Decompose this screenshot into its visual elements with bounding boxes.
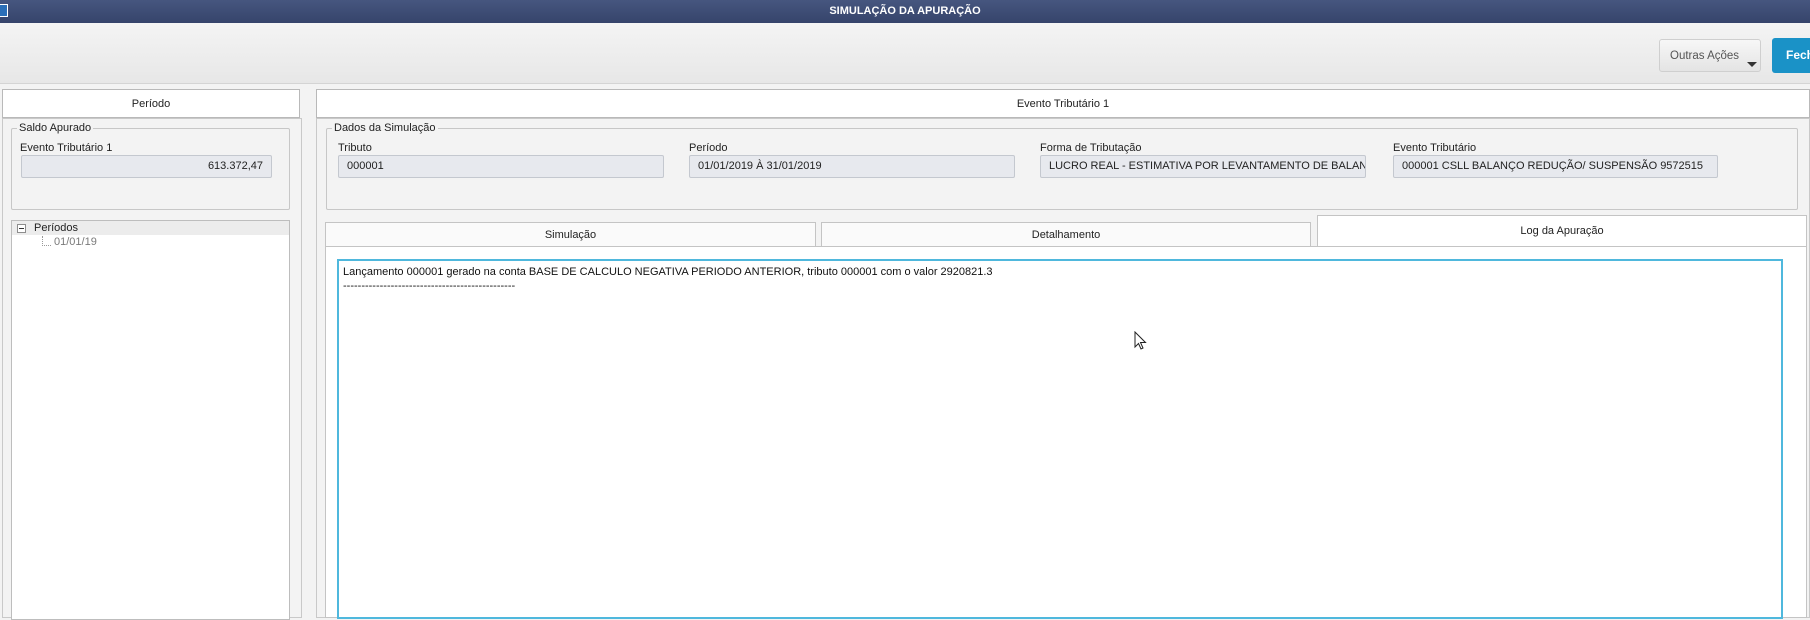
periodo-field[interactable]: 01/01/2019 À 31/01/2019 <box>689 155 1015 178</box>
saldo-apurado-legend: Saldo Apurado <box>19 122 92 134</box>
evento-panel-header: Evento Tributário 1 <box>316 89 1810 118</box>
log-textarea[interactable]: Lançamento 000001 gerado na conta BASE D… <box>337 259 1783 619</box>
toolbar: Outras Ações Fech <box>0 23 1810 84</box>
evento-tributario-label: Evento Tributário 1 <box>20 142 113 154</box>
evento-tributario-field[interactable]: 000001 CSLL BALANÇO REDUÇÃO/ SUSPENSÃO 9… <box>1393 155 1718 178</box>
periodo-panel-header: Período <box>2 89 300 118</box>
tributo-label: Tributo <box>338 142 372 154</box>
tab-simulacao[interactable]: Simulação <box>325 222 816 247</box>
saldo-evento-value: 613.372,47 <box>21 155 272 178</box>
fechar-button[interactable]: Fech <box>1772 38 1810 73</box>
window-titlebar: SIMULAÇÃO DA APURAÇÃO <box>0 0 1810 23</box>
tab-log-apuracao[interactable]: Log da Apuração <box>1317 215 1807 246</box>
window-title: SIMULAÇÃO DA APURAÇÃO <box>829 5 981 17</box>
window-menu-icon[interactable] <box>0 4 8 17</box>
outras-acoes-label: Outras Ações <box>1670 50 1740 62</box>
collapse-icon[interactable] <box>17 224 26 233</box>
forma-tributacao-label: Forma de Tributação <box>1040 142 1142 154</box>
tree-root-periodos[interactable]: Períodos <box>12 221 289 235</box>
tree-item-period[interactable]: 01/01/19 <box>54 236 97 248</box>
evento-tributario-field-label: Evento Tributário <box>1393 142 1477 154</box>
periodos-tree: Períodos 01/01/19 <box>11 220 290 620</box>
dados-simulacao-legend: Dados da Simulação <box>334 122 436 134</box>
tree-root-label: Períodos <box>34 222 79 234</box>
chevron-down-icon <box>1747 62 1757 67</box>
periodo-label: Período <box>689 142 728 154</box>
tab-detalhamento[interactable]: Detalhamento <box>821 222 1311 247</box>
outras-acoes-button[interactable]: Outras Ações <box>1659 39 1761 72</box>
tree-connector <box>42 236 51 246</box>
tributo-field[interactable]: 000001 <box>338 155 664 178</box>
mouse-cursor-icon <box>1134 331 1147 350</box>
forma-tributacao-field[interactable]: LUCRO REAL - ESTIMATIVA POR LEVANTAMENTO… <box>1040 155 1366 178</box>
